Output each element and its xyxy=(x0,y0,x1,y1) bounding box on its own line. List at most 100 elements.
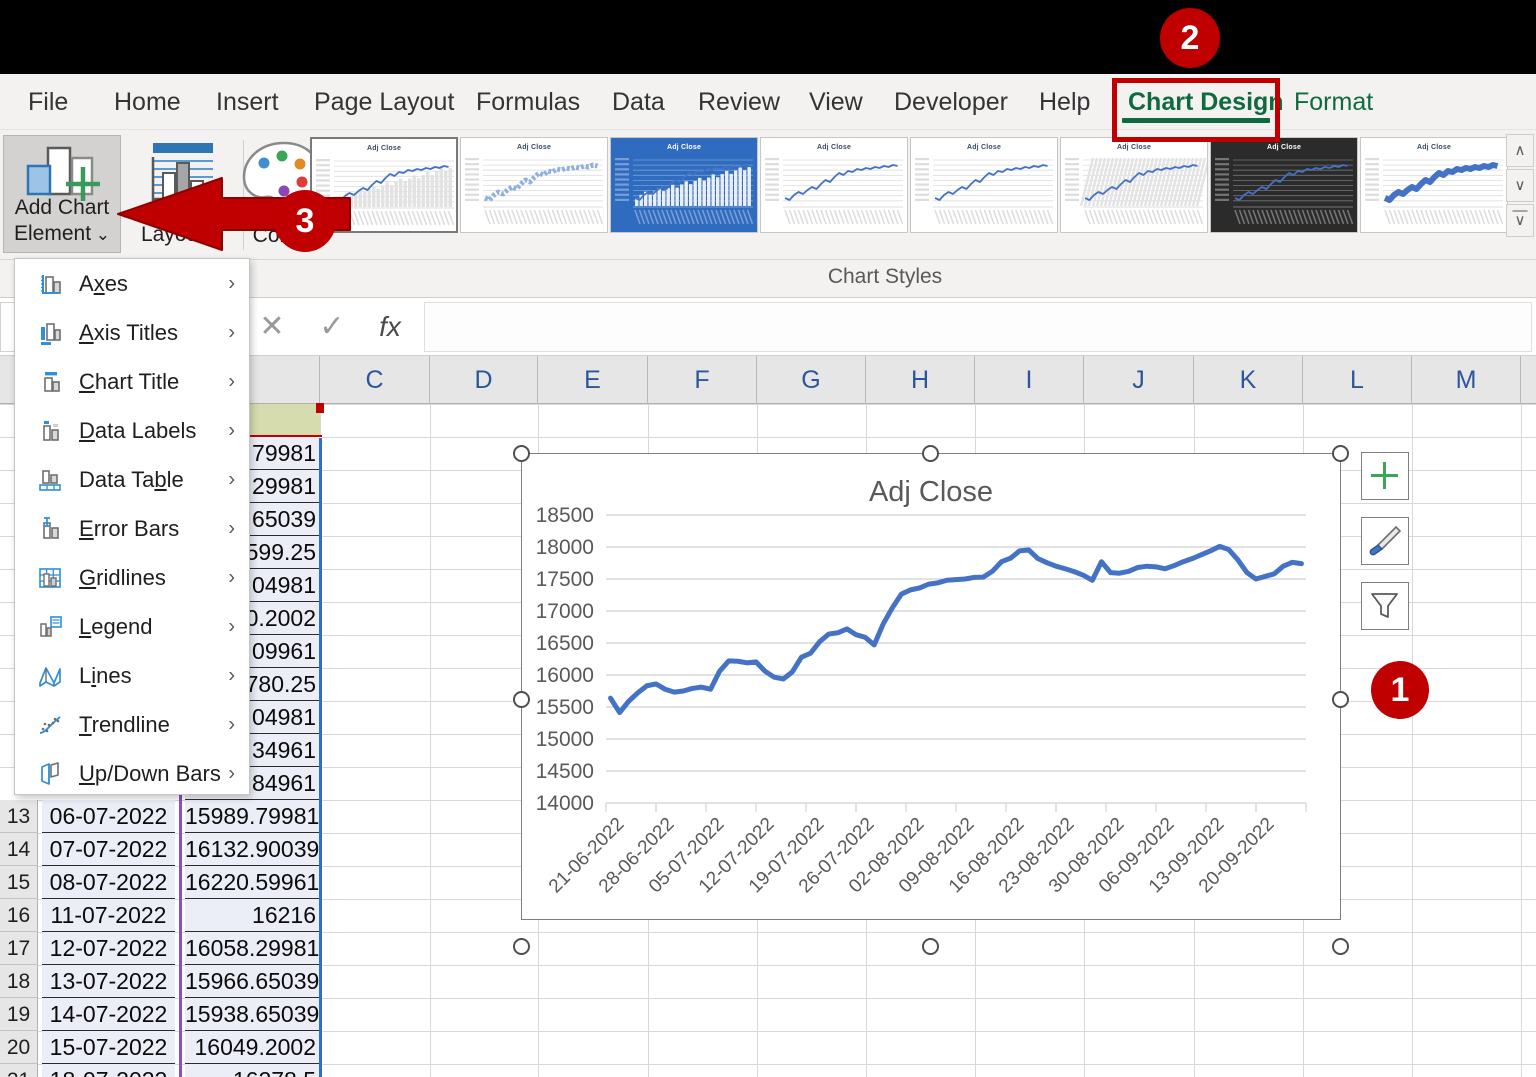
column-header-M[interactable]: M xyxy=(1412,356,1521,404)
table-cell-value[interactable]: 16049.2002 xyxy=(185,1031,322,1064)
ribbon-tab-developer[interactable]: Developer xyxy=(888,74,1014,130)
table-cell-date[interactable]: 12-07-2022 xyxy=(42,932,175,965)
menu-item-axis-titles[interactable]: Axis Titles › xyxy=(15,308,249,357)
chart-plot-area[interactable]: 18500 18000 17500 17000 16500 16000 15500 15000… xyxy=(522,454,1342,921)
resize-handle-ne[interactable] xyxy=(1332,445,1349,462)
gallery-scroll-buttons[interactable]: ∧ ∨ — ∨ xyxy=(1506,134,1534,238)
table-cell-value[interactable]: 16132.90039 xyxy=(185,833,322,866)
menu-item-legend[interactable]: Legend › xyxy=(15,602,249,651)
table-cell-date[interactable]: 13-07-2022 xyxy=(42,965,175,998)
table-cell-value[interactable]: 16220.59961 xyxy=(185,866,322,899)
menu-item-chart-title[interactable]: Chart Title › xyxy=(15,357,249,406)
thumbnail-chart xyxy=(915,158,1054,225)
menu-item-lines[interactable]: Lines › xyxy=(15,651,249,700)
menu-item-label: Legend xyxy=(79,613,153,639)
chart-style-thumbnail-4[interactable]: Adj Close xyxy=(760,137,908,233)
formula-input[interactable] xyxy=(424,302,1532,352)
menu-item-up-down-bars[interactable]: Up/Down Bars › xyxy=(15,749,249,798)
table-cell-value[interactable]: 16058.29981 xyxy=(185,932,322,965)
row-header-17[interactable]: 17 xyxy=(0,932,38,965)
chart-styles-gallery[interactable]: Adj Close Adj Close Adj Close Adj Close Adj … xyxy=(310,133,1508,237)
trendline-icon xyxy=(39,715,61,734)
menu-item-label: Error Bars xyxy=(79,515,180,541)
column-header-I[interactable]: I xyxy=(975,356,1084,404)
ribbon-tab-file[interactable]: File xyxy=(22,74,74,130)
gallery-scroll-up-button[interactable]: ∧ xyxy=(1506,134,1534,167)
chart-elements-button[interactable] xyxy=(1361,452,1409,500)
ribbon-tab-help[interactable]: Help xyxy=(1033,74,1096,130)
table-cell-date[interactable]: 18-07-2022 xyxy=(42,1064,175,1077)
chart-style-thumbnail-8[interactable]: Adj Close xyxy=(1360,137,1508,233)
menu-item-trendline[interactable]: Trendline › xyxy=(15,700,249,749)
resize-handle-se[interactable] xyxy=(1332,938,1349,955)
resize-handle-n[interactable] xyxy=(922,445,939,462)
chart-style-thumbnail-7[interactable]: Adj Close xyxy=(1210,137,1358,233)
table-cell-value[interactable]: 15938.65039 xyxy=(185,998,322,1031)
ribbon-tab-view[interactable]: View xyxy=(803,74,869,130)
table-cell-value[interactable]: 16216 xyxy=(185,899,322,932)
chart-style-thumbnail-6[interactable]: Adj Close xyxy=(1060,137,1208,233)
row-header-21[interactable]: 21 xyxy=(0,1064,38,1077)
insert-function-icon[interactable]: fx xyxy=(358,302,422,352)
ribbon-tab-home[interactable]: Home xyxy=(108,74,187,130)
menu-item-error-bars[interactable]: Error Bars › xyxy=(15,504,249,553)
table-cell-value[interactable]: 15989.79981 xyxy=(185,800,322,833)
menu-item-gridlines[interactable]: Gridlines › xyxy=(15,553,249,602)
chart-style-thumbnail-5[interactable]: Adj Close xyxy=(910,137,1058,233)
table-cell-date[interactable]: 06-07-2022 xyxy=(42,800,175,833)
ribbon-tab-formulas[interactable]: Formulas xyxy=(470,74,586,130)
column-header-D[interactable]: D xyxy=(430,356,538,404)
thumbnail-chart xyxy=(1065,157,1207,225)
funnel-icon xyxy=(1371,593,1398,618)
column-header-E[interactable]: E xyxy=(538,356,648,404)
table-cell-date[interactable]: 08-07-2022 xyxy=(42,866,175,899)
axis-titles-icon xyxy=(41,322,61,345)
column-header-J[interactable]: J xyxy=(1084,356,1194,404)
row-header-19[interactable]: 19 xyxy=(0,998,38,1031)
chart-filters-button[interactable] xyxy=(1361,582,1409,630)
table-cell-date[interactable]: 11-07-2022 xyxy=(42,899,175,932)
add-chart-element-button[interactable]: Add Chart Element ⌄ xyxy=(3,135,121,253)
ribbon-tab-review[interactable]: Review xyxy=(692,74,786,130)
menu-item-data-table[interactable]: Data Table › xyxy=(15,455,249,504)
row-header-13[interactable]: 13 xyxy=(0,800,38,833)
grid-vline xyxy=(430,404,431,1077)
chart-style-thumbnail-2[interactable]: Adj Close xyxy=(460,137,608,233)
column-header-F[interactable]: F xyxy=(648,356,757,404)
menu-item-axes[interactable]: Axes › xyxy=(15,259,249,308)
column-header-L[interactable]: L xyxy=(1303,356,1412,404)
table-cell-date[interactable]: 14-07-2022 xyxy=(42,998,175,1031)
resize-handle-sw[interactable] xyxy=(513,938,530,955)
table-cell-date[interactable]: 15-07-2022 xyxy=(42,1031,175,1064)
column-header-K[interactable]: K xyxy=(1194,356,1303,404)
ribbon-tab-data[interactable]: Data xyxy=(606,74,671,130)
chart-styles-button[interactable] xyxy=(1361,517,1409,565)
resize-handle-s[interactable] xyxy=(922,938,939,955)
gallery-more-button[interactable]: — ∨ xyxy=(1506,203,1534,237)
table-cell-value[interactable]: 15966.65039 xyxy=(185,965,322,998)
ribbon-tab-page-layout[interactable]: Page Layout xyxy=(308,74,460,130)
chart-style-thumbnail-3[interactable]: Adj Close xyxy=(610,137,758,233)
gallery-scroll-down-button[interactable]: ∨ xyxy=(1506,169,1534,202)
ribbon-tab-insert[interactable]: Insert xyxy=(210,74,285,130)
ribbon-tab-format[interactable]: Format xyxy=(1288,74,1379,130)
row-header-14[interactable]: 14 xyxy=(0,833,38,866)
column-header-G[interactable]: G xyxy=(757,356,866,404)
resize-handle-e[interactable] xyxy=(1332,691,1349,708)
column-header-H[interactable]: H xyxy=(866,356,975,404)
table-cell-value[interactable]: 16278.5 xyxy=(185,1064,322,1077)
row-header-15[interactable]: 15 xyxy=(0,866,38,899)
row-header-18[interactable]: 18 xyxy=(0,965,38,998)
chart-object[interactable]: Adj Close 18500 18000 17500 17000 16500 16000… xyxy=(521,453,1341,920)
chart-series-line[interactable] xyxy=(608,543,1304,716)
table-cell-date[interactable]: 07-07-2022 xyxy=(42,833,175,866)
menu-item-data-labels[interactable]: Data Labels › xyxy=(15,406,249,455)
row-header-16[interactable]: 16 xyxy=(0,899,38,932)
confirm-icon[interactable]: ✓ xyxy=(300,302,364,352)
add-chart-element-menu[interactable]: Axes › Axis Titles › Chart Title › Data Labels… xyxy=(14,258,250,795)
chevron-right-icon: › xyxy=(228,566,235,588)
resize-handle-nw[interactable] xyxy=(513,445,530,462)
row-header-20[interactable]: 20 xyxy=(0,1031,38,1064)
resize-handle-w[interactable] xyxy=(513,691,530,708)
column-header-C[interactable]: C xyxy=(320,356,430,404)
